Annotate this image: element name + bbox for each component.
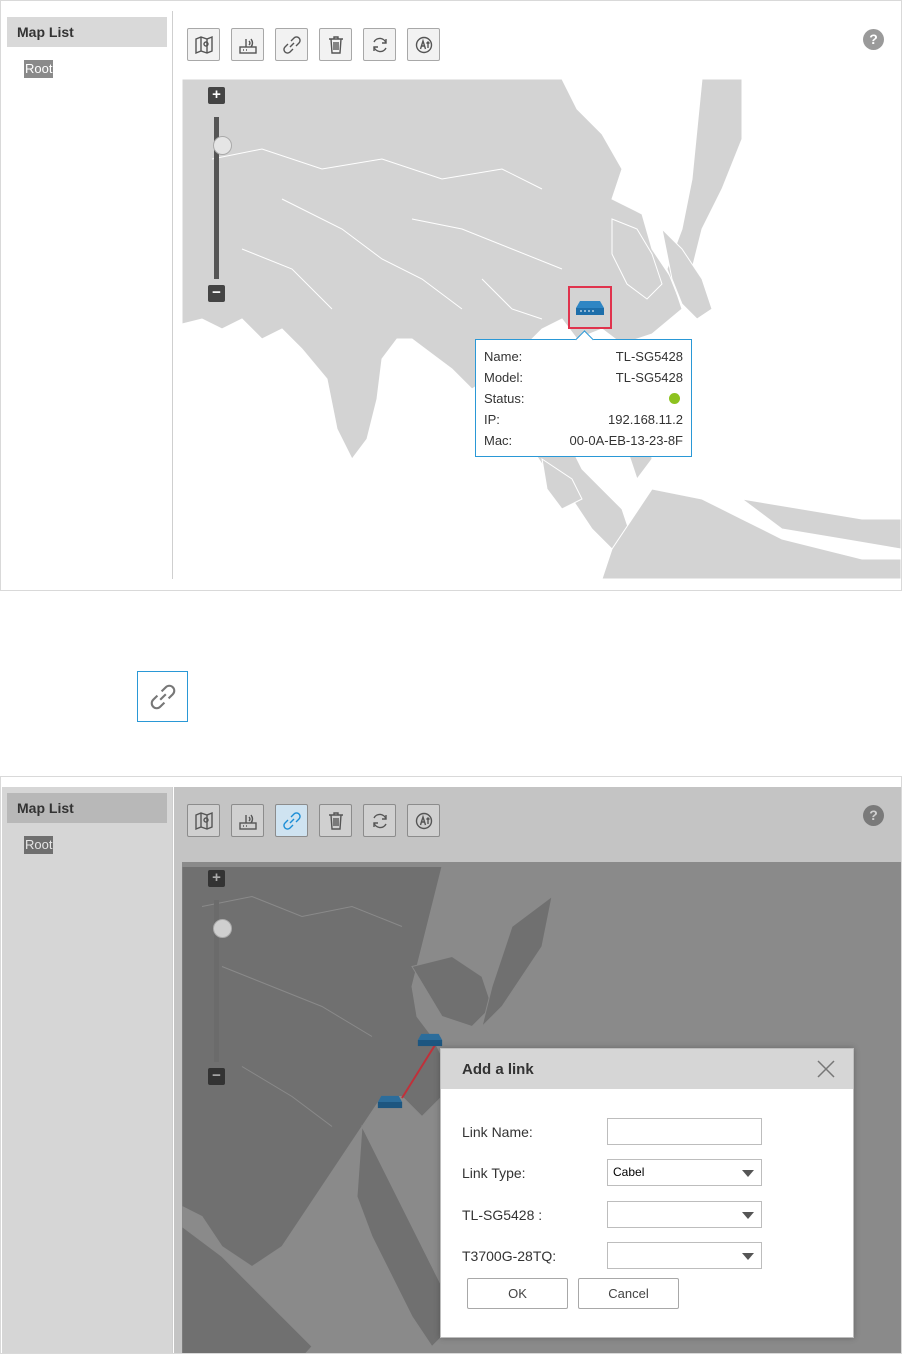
switch-icon[interactable] [377, 1094, 403, 1110]
link-icon [150, 684, 175, 709]
map-toolbar [187, 804, 440, 838]
map-icon [194, 811, 213, 830]
refresh-icon [372, 37, 387, 52]
add-device-button[interactable] [231, 28, 264, 61]
tooltip-row-name: Name: TL-SG5428 [484, 349, 683, 364]
refresh-button[interactable] [363, 28, 396, 61]
add-map-button[interactable] [187, 804, 220, 837]
dialog-header: Add a link [441, 1049, 853, 1089]
dialog-title: Add a link [462, 1061, 534, 1078]
cancel-button[interactable]: Cancel [578, 1278, 679, 1309]
map-list-sidebar: Map List Root [2, 11, 173, 579]
map-list-header: Map List [7, 793, 167, 823]
refresh-button[interactable] [363, 804, 396, 837]
link-icon [282, 811, 301, 830]
zoom-control: + − [208, 87, 232, 302]
sidebar-item-root[interactable]: Root [24, 836, 54, 854]
link-type-select[interactable]: Cabel [607, 1159, 762, 1186]
zoom-slider-track[interactable] [213, 117, 232, 279]
t3700g-port-label: T3700G-28TQ: [462, 1248, 557, 1264]
zoom-out-button[interactable]: − [208, 285, 225, 302]
asia-map-background [182, 79, 901, 579]
trash-icon [328, 35, 343, 54]
auto-layout-button[interactable] [407, 28, 440, 61]
add-link-button[interactable] [275, 28, 308, 61]
sidebar-item-root[interactable]: Root [24, 60, 54, 78]
map-list-header: Map List [7, 17, 167, 47]
link-type-label: Link Type: [462, 1165, 526, 1181]
link-name-label: Link Name: [462, 1124, 533, 1140]
map-toolbar [187, 28, 440, 62]
link-button-illustration [137, 671, 188, 722]
refresh-icon [372, 813, 387, 828]
zoom-slider-track[interactable] [213, 900, 232, 1062]
link-type-value: Cabel [613, 1165, 645, 1179]
topology-panel-top: Map List Root ? + − Name: TL-SG5428 Mode… [0, 0, 902, 591]
help-icon[interactable]: ? [863, 805, 884, 826]
add-device-button[interactable] [231, 804, 264, 837]
zoom-slider-handle[interactable] [213, 136, 232, 155]
device-info-tooltip: Name: TL-SG5428 Model: TL-SG5428 Status:… [475, 339, 692, 457]
tooltip-row-status: Status: [484, 388, 683, 409]
trash-icon [328, 811, 343, 830]
zoom-in-button[interactable]: + [208, 87, 225, 104]
zoom-in-button[interactable]: + [208, 870, 225, 887]
selected-device-switch[interactable] [568, 286, 612, 329]
map-main-area: ? + − [174, 11, 901, 579]
router-icon [238, 814, 257, 830]
tooltip-row-mac: Mac: 00-0A-EB-13-23-8F [484, 433, 683, 448]
link-name-input[interactable] [607, 1118, 762, 1145]
add-link-button[interactable] [275, 804, 308, 837]
chevron-down-icon [742, 1170, 754, 1177]
ok-button[interactable]: OK [467, 1278, 568, 1309]
topology-map[interactable]: + − Name: TL-SG5428 Model: TL-SG5428 Sta… [182, 79, 901, 579]
zoom-control: + − [208, 870, 232, 1085]
link-icon [282, 35, 301, 54]
auto-layout-button[interactable] [407, 804, 440, 837]
tl-sg5428-port-select[interactable] [607, 1201, 762, 1228]
t3700g-port-select[interactable] [607, 1242, 762, 1269]
chevron-down-icon [742, 1253, 754, 1260]
map-icon [194, 35, 213, 54]
status-online-indicator [669, 393, 680, 404]
map-list-sidebar: Map List Root [2, 787, 173, 1353]
add-link-dialog: Add a link Link Name: Link Type: Cabel T… [440, 1048, 854, 1338]
chevron-down-icon [742, 1212, 754, 1219]
switch-icon [576, 300, 604, 315]
close-icon[interactable] [817, 1060, 835, 1078]
router-icon [238, 38, 257, 54]
tooltip-row-model: Model: TL-SG5428 [484, 370, 683, 385]
auto-layout-icon [415, 36, 432, 53]
help-icon[interactable]: ? [863, 29, 884, 50]
auto-layout-icon [415, 812, 432, 829]
add-map-button[interactable] [187, 28, 220, 61]
zoom-slider-handle[interactable] [213, 919, 232, 938]
tl-sg5428-port-label: TL-SG5428 : [462, 1207, 543, 1223]
zoom-out-button[interactable]: − [208, 1068, 225, 1085]
delete-button[interactable] [319, 804, 352, 837]
delete-button[interactable] [319, 28, 352, 61]
tooltip-row-ip: IP: 192.168.11.2 [484, 412, 683, 427]
switch-icon[interactable] [417, 1032, 443, 1048]
